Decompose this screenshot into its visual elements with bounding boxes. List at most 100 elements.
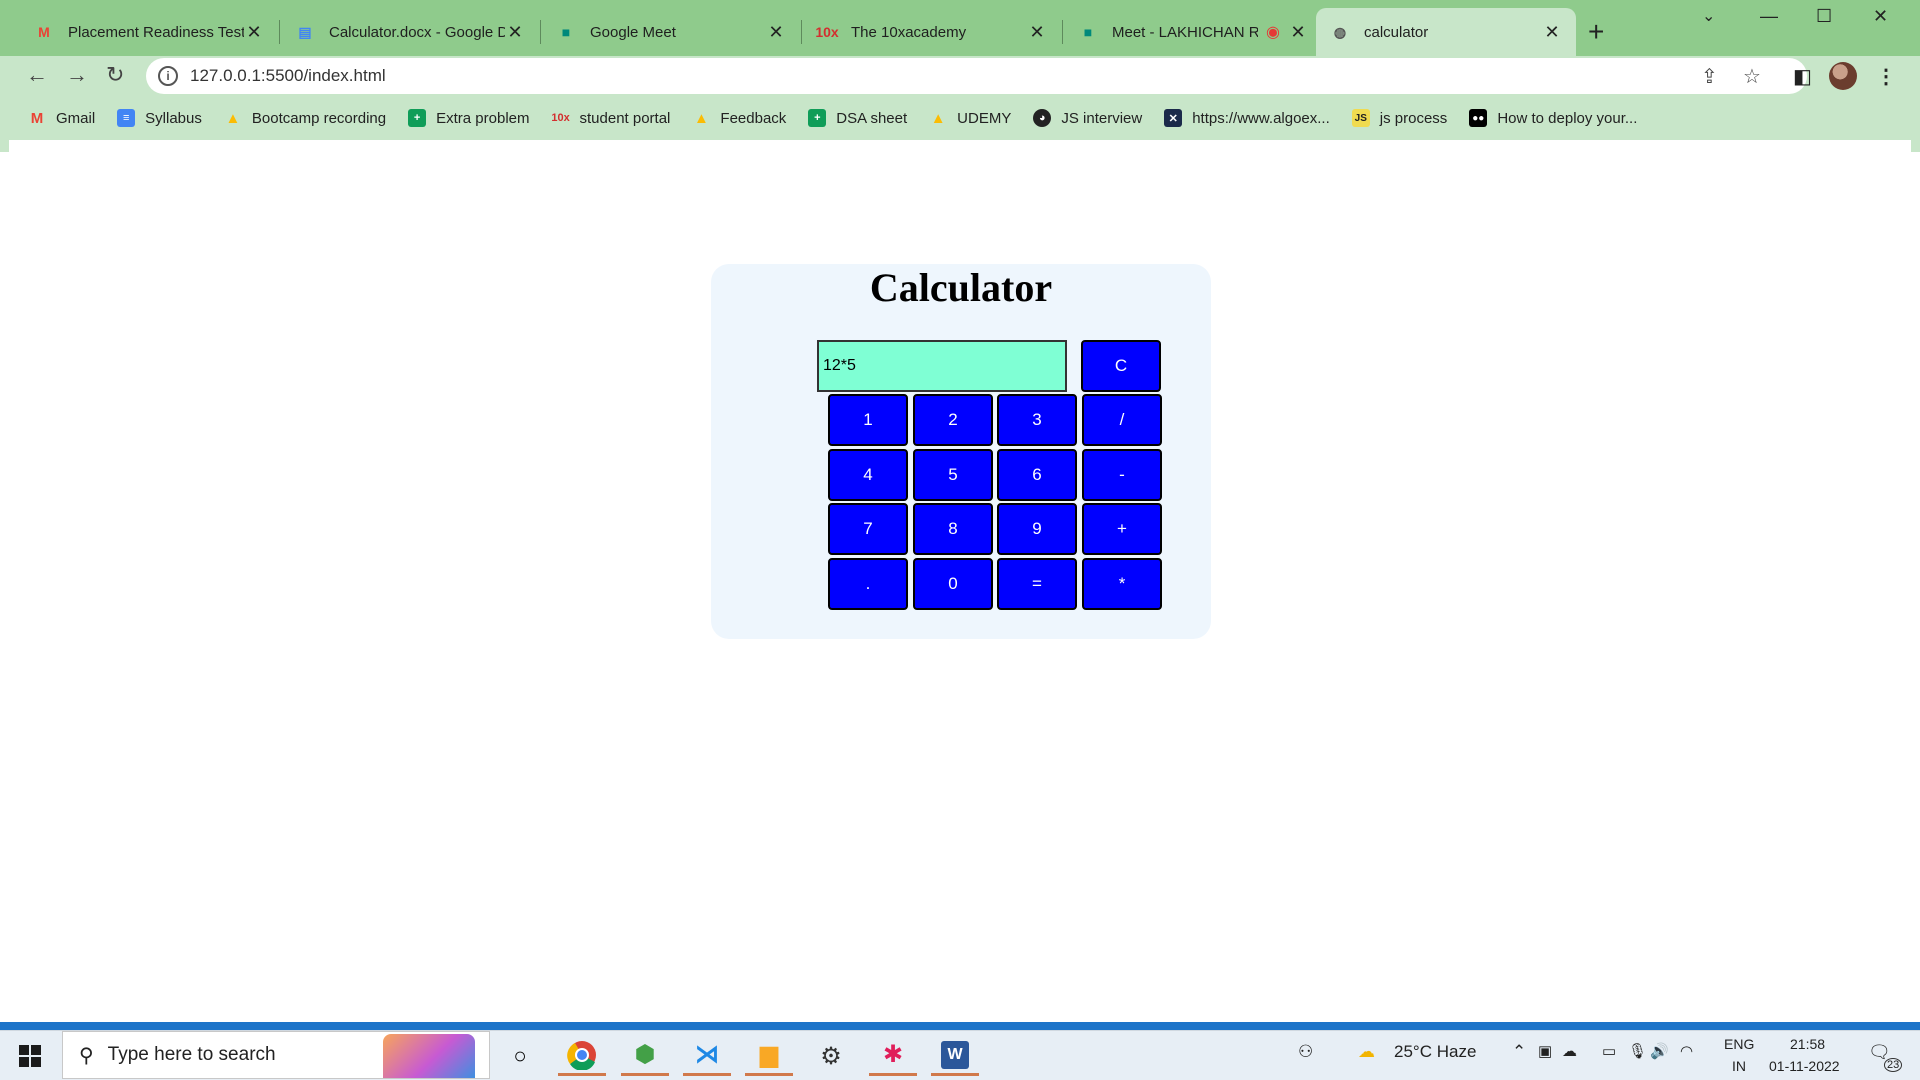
chrome-icon[interactable] (558, 1036, 606, 1076)
bookmark-label: Syllabus (145, 109, 202, 127)
tab-search-chevron-icon[interactable]: ⌄ (1702, 6, 1715, 26)
close-tab-icon[interactable]: ✕ (1027, 22, 1047, 43)
key-2-button[interactable]: 2 (913, 394, 993, 446)
tab-10xacademy[interactable]: 10x The 10xacademy ✕ (803, 8, 1061, 56)
js-icon: JS (1351, 109, 1370, 127)
maximize-icon[interactable]: ☐ (1816, 6, 1832, 27)
subtract-button[interactable]: - (1082, 449, 1162, 501)
bookmark-gmail[interactable]: M Gmail (28, 109, 95, 127)
close-tab-icon[interactable]: ✕ (1542, 22, 1562, 43)
divide-button[interactable]: / (1082, 394, 1162, 446)
bookmark-label: Gmail (56, 109, 96, 127)
settings-gear-icon[interactable]: ⚙ (807, 1036, 855, 1076)
region-code[interactable]: IN (1732, 1058, 1746, 1074)
cortana-icon[interactable]: ○ (496, 1036, 544, 1076)
weather-icon[interactable]: ☁ (1358, 1042, 1375, 1062)
reload-icon[interactable]: ↻ (106, 62, 124, 88)
tab-title: Google Meet (590, 23, 676, 41)
meet-now-icon[interactable]: ▣ (1538, 1042, 1552, 1060)
new-tab-icon[interactable]: + (1588, 16, 1604, 48)
tab-google-meet[interactable]: ■ Google Meet ✕ (542, 8, 800, 56)
bookmark-udemy[interactable]: ▲ UDEMY (929, 109, 1012, 127)
close-tab-icon[interactable]: ✕ (505, 22, 525, 43)
bookmark-star-icon[interactable]: ☆ (1743, 64, 1761, 89)
google-meet-icon: ■ (1083, 24, 1093, 40)
tab-placement-readiness[interactable]: M Placement Readiness Test ( ✕ (20, 8, 278, 56)
word-icon[interactable]: W (931, 1036, 979, 1076)
address-url: 127.0.0.1:5500/index.html (190, 66, 386, 85)
clock-time[interactable]: 21:58 (1790, 1036, 1825, 1052)
back-icon[interactable]: ← (26, 62, 48, 88)
vscode-icon[interactable]: ⋊ (683, 1036, 731, 1076)
volume-icon[interactable]: 🔊 (1650, 1042, 1669, 1060)
bookmark-syllabus[interactable]: ≡ Syllabus (117, 109, 202, 127)
key-6-button[interactable]: 6 (997, 449, 1077, 501)
key-8-button[interactable]: 8 (913, 503, 993, 555)
close-tab-icon[interactable]: ✕ (766, 22, 786, 43)
taskbar-search[interactable]: ⚲ Type here to search (62, 1031, 490, 1079)
key-4-button[interactable]: 4 (828, 449, 908, 501)
bookmark-js-process[interactable]: JS js process (1351, 109, 1448, 127)
bookmark-algoexpert[interactable]: ✕ https://www.algoex... (1164, 109, 1330, 127)
onedrive-icon[interactable]: ☁ (1562, 1042, 1577, 1060)
key-1-button[interactable]: 1 (828, 394, 908, 446)
bookmark-bootcamp-recording[interactable]: ▲ Bootcamp recording (224, 109, 386, 127)
close-tab-icon[interactable]: ✕ (1288, 22, 1308, 43)
bookmark-student-portal[interactable]: 10x student portal (551, 109, 670, 127)
nodejs-icon[interactable]: ⬢ (621, 1036, 669, 1076)
address-bar[interactable]: i 127.0.0.1:5500/index.html ⇪ ☆ (146, 58, 1807, 94)
share-icon[interactable]: ⇪ (1701, 64, 1718, 89)
multiply-button[interactable]: * (1082, 558, 1162, 610)
wifi-icon[interactable]: ◠ (1680, 1042, 1693, 1060)
close-window-icon[interactable]: ✕ (1873, 6, 1888, 27)
profile-avatar[interactable] (1829, 62, 1857, 90)
site-info-icon[interactable]: i (158, 66, 178, 86)
slack-icon[interactable]: ✱ (869, 1036, 917, 1076)
bookmark-label: js process (1379, 109, 1448, 127)
algoexpert-icon: ✕ (1164, 109, 1183, 127)
bookmark-label: UDEMY (957, 109, 1012, 127)
bookmark-label: How to deploy your... (1497, 109, 1638, 127)
calculator-display[interactable]: 12*5 (817, 340, 1067, 392)
bookmark-label: https://www.algoex... (1192, 109, 1330, 127)
microphone-icon[interactable]: 🎙 (1628, 1042, 1647, 1060)
minimize-icon[interactable]: — (1760, 6, 1778, 27)
key-0-button[interactable]: 0 (913, 558, 993, 610)
windows-start-icon[interactable] (19, 1045, 41, 1067)
tab-title: Calculator.docx - Google D (329, 23, 505, 41)
clock-date[interactable]: 01-11-2022 (1769, 1058, 1840, 1074)
clear-button[interactable]: C (1081, 340, 1161, 392)
key-5-button[interactable]: 5 (913, 449, 993, 501)
bookmark-how-to-deploy[interactable]: ●● How to deploy your... (1469, 109, 1637, 127)
close-tab-icon[interactable]: ✕ (244, 22, 264, 43)
decimal-button[interactable]: . (828, 558, 908, 610)
bookmark-feedback[interactable]: ▲ Feedback (692, 109, 786, 127)
side-panel-icon[interactable]: ◧ (1793, 64, 1812, 89)
google-docs-icon: ▤ (298, 23, 312, 40)
forward-icon[interactable]: → (66, 62, 88, 88)
tab-meet-lakhichan[interactable]: ■ Meet - LAKHICHAN RO ◉ ✕ (1064, 8, 1322, 56)
tab-title: The 10xacademy (851, 23, 967, 41)
calculator-title: Calculator (869, 265, 1053, 310)
people-icon[interactable]: ⚇ (1298, 1042, 1313, 1062)
key-9-button[interactable]: 9 (997, 503, 1077, 555)
tab-calculator-active[interactable]: ◍ calculator ✕ (1316, 8, 1576, 56)
file-explorer-icon[interactable]: ▆ (745, 1036, 793, 1076)
tab-calculator-docx[interactable]: ▤ Calculator.docx - Google D ✕ (281, 8, 539, 56)
tab-separator (1062, 20, 1063, 44)
equals-button[interactable]: = (997, 558, 1077, 610)
key-7-button[interactable]: 7 (828, 503, 908, 555)
bookmark-js-interview[interactable]: ◕ JS interview (1033, 109, 1142, 127)
show-hidden-icons-chevron-icon[interactable]: ⌃ (1512, 1042, 1526, 1062)
battery-icon[interactable]: ▭ (1602, 1042, 1616, 1060)
bookmark-dsa-sheet[interactable]: + DSA sheet (808, 109, 907, 127)
bookmark-label: JS interview (1061, 109, 1143, 127)
gmail-icon: M (38, 24, 50, 40)
tab-title: Placement Readiness Test ( (68, 23, 244, 41)
bookmark-extra-problem[interactable]: + Extra problem (408, 109, 530, 127)
language-code[interactable]: ENG (1724, 1036, 1754, 1052)
weather-text[interactable]: 25°C Haze (1394, 1042, 1476, 1062)
add-button[interactable]: + (1082, 503, 1162, 555)
key-3-button[interactable]: 3 (997, 394, 1077, 446)
menu-kebab-icon[interactable]: ⋮ (1876, 64, 1896, 89)
